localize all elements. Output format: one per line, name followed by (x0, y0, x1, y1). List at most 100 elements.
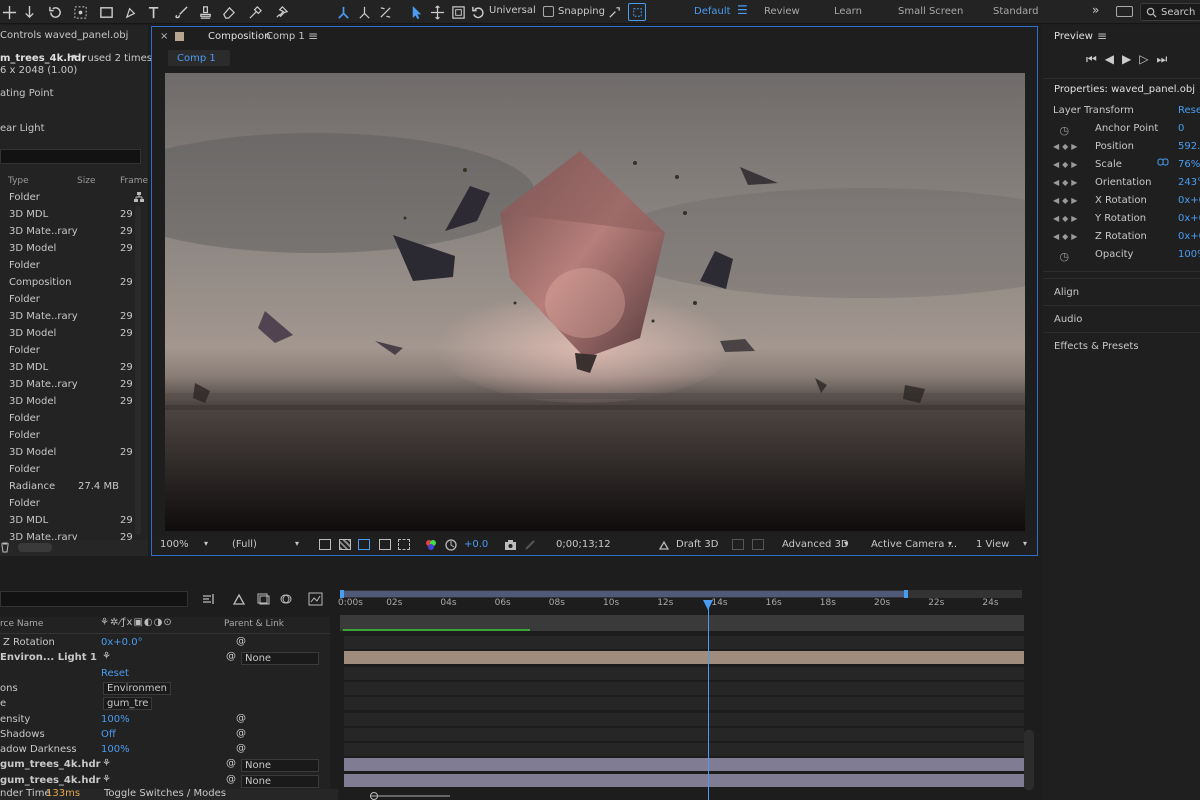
zoom-select[interactable]: 100% (160, 539, 189, 550)
project-item[interactable]: Folder (0, 190, 140, 207)
property-track[interactable] (344, 681, 1024, 696)
project-item[interactable]: 3D Mate..rary 29 (0, 377, 140, 394)
tab-comp-1[interactable]: Comp 1 (168, 50, 230, 66)
workspace-menu-icon[interactable]: ☰ (737, 3, 748, 17)
undo-rotate-icon[interactable] (469, 3, 487, 21)
property-value[interactable]: 0x+0 (1178, 213, 1200, 224)
exposure-value[interactable]: +0.0 (464, 539, 488, 550)
3d-orbit-tool-icon[interactable] (355, 3, 373, 21)
property-row[interactable]: e gum_tre (0, 697, 330, 712)
stopwatch-icon[interactable]: ◷ (1053, 250, 1072, 263)
project-item[interactable]: Folder (0, 258, 140, 275)
parent-select[interactable]: None (241, 759, 319, 773)
property-row[interactable]: ◷ Opacity 100% (1043, 246, 1200, 264)
audio-section[interactable]: Audio (1043, 305, 1200, 331)
layer-row[interactable]: Environ... Light 1 ⚘ @ None (0, 651, 330, 666)
project-item[interactable]: 3D Model 29 (0, 241, 140, 258)
property-value[interactable]: 0x+0 (1178, 195, 1200, 206)
project-item[interactable]: Folder (0, 411, 140, 428)
keyframe-navigator-icon[interactable]: ◀◆▶ (1053, 214, 1080, 223)
3d-rotate-tool-icon[interactable] (376, 3, 394, 21)
view-layout-select[interactable]: 1 View (976, 539, 1009, 550)
property-row[interactable]: Shadows Off @ (0, 728, 330, 743)
snap-grid-icon[interactable] (628, 3, 646, 21)
layer-value[interactable]: Environmen (103, 681, 171, 695)
property-track[interactable] (344, 743, 1024, 758)
workspace-review[interactable]: Review (764, 6, 800, 17)
renderer-select[interactable]: Advanced 3D (782, 539, 849, 550)
snap-options-icon[interactable] (605, 3, 623, 21)
timecode-display[interactable]: 0;00;13;12 (556, 539, 611, 550)
asset-dropdown-icon[interactable]: ▾ (72, 52, 76, 61)
property-row[interactable]: Z Rotation 0x+0.0° @ (0, 636, 330, 651)
layer-duration-bar[interactable] (344, 651, 1024, 666)
constrain-proportions-icon[interactable] (1157, 158, 1169, 166)
universal-label[interactable]: Universal (489, 5, 536, 16)
toggle-switches-modes-button[interactable]: Toggle Switches / Modes (104, 788, 226, 799)
selection-tool-icon[interactable] (407, 3, 425, 21)
property-row[interactable]: ◀◆▶ Orientation 243° (1043, 174, 1200, 192)
reset-exposure-icon[interactable] (445, 539, 457, 551)
keyframe-navigator-icon[interactable]: ◀◆▶ (1053, 196, 1080, 205)
pan-behind-tool-icon[interactable] (0, 3, 18, 21)
3d-axis-tool-icon[interactable] (334, 3, 352, 21)
fast-previews-icon[interactable] (319, 539, 331, 550)
expression-pick-whip-icon[interactable]: @ (236, 713, 246, 724)
property-track[interactable] (344, 697, 1024, 712)
show-snapshot-icon[interactable] (524, 539, 536, 551)
parent-select[interactable]: None (241, 652, 319, 666)
layer-duration-bar[interactable] (344, 773, 1024, 788)
thumbnail-slider[interactable] (18, 543, 52, 552)
property-row[interactable]: ◀◆▶ Y Rotation 0x+0 (1043, 210, 1200, 228)
column-frame-rate[interactable]: Frame I (120, 176, 154, 186)
pick-whip-icon[interactable]: @ (226, 774, 236, 785)
property-row[interactable]: ◀◆▶ X Rotation 0x+0 (1043, 192, 1200, 210)
screen-mode-icon[interactable] (1116, 6, 1133, 17)
extended-viewer-icon[interactable] (752, 539, 764, 550)
brush-tool-icon[interactable] (172, 3, 190, 21)
region-of-interest-icon[interactable] (379, 539, 391, 550)
type-tool-icon[interactable] (145, 3, 163, 21)
workspace-learn[interactable]: Learn (834, 6, 862, 17)
layer-shy-switch-icon[interactable]: ⚘ (102, 774, 111, 785)
project-item[interactable]: Folder (0, 428, 140, 445)
project-scrollbar[interactable] (135, 205, 141, 535)
workspace-standard[interactable]: Standard (993, 6, 1039, 17)
project-item[interactable]: Folder (0, 462, 140, 479)
roto-brush-tool-icon[interactable] (246, 3, 264, 21)
layer-row[interactable]: gum_trees_4k.hdr ⚘ @ None (0, 758, 330, 773)
project-item[interactable]: Folder (0, 496, 140, 513)
resolution-select[interactable]: (Full) (232, 539, 257, 550)
project-item[interactable]: 3D MDL 29 (0, 207, 140, 224)
project-item[interactable]: Folder (0, 343, 140, 360)
keyframe-navigator-icon[interactable]: ◀◆▶ (1053, 232, 1080, 241)
property-row[interactable]: ◀◆▶ Position 592.1 (1043, 138, 1200, 156)
parent-link-column[interactable]: Parent & Link (224, 619, 284, 629)
property-row[interactable]: ons Environmen (0, 681, 330, 697)
zoom-slider-thumb[interactable] (370, 792, 378, 800)
search-box[interactable]: Search (1140, 3, 1200, 21)
property-value[interactable]: 76% (1178, 159, 1200, 170)
project-item[interactable]: 3D Model 29 (0, 445, 140, 462)
camera-select[interactable]: Active Camera ... (871, 539, 957, 550)
property-row[interactable]: ◷ Anchor Point 0 (1043, 120, 1200, 138)
property-value[interactable]: 0x+0 (1178, 231, 1200, 242)
hand-move-tool-icon[interactable] (428, 3, 446, 21)
pen-tool-icon[interactable] (122, 3, 140, 21)
layer-value[interactable]: 100% (101, 744, 130, 755)
project-item[interactable]: 3D Mate..rary 29 (0, 309, 140, 326)
property-track[interactable] (344, 712, 1024, 727)
expression-pick-whip-icon[interactable]: @ (236, 728, 246, 739)
property-row[interactable]: ensity 100% @ (0, 713, 330, 728)
effects-presets-section[interactable]: Effects & Presets (1043, 332, 1200, 358)
align-section[interactable]: Align (1043, 278, 1200, 304)
zoom-frame-tool-icon[interactable] (449, 3, 467, 21)
workspace-small-screen[interactable]: Small Screen (898, 6, 963, 17)
playhead-handle[interactable] (702, 600, 713, 610)
stopwatch-icon[interactable]: ◷ (1053, 124, 1072, 137)
layer-value[interactable]: 100% (101, 714, 130, 725)
draft-3d-toggle[interactable]: Draft 3D (676, 539, 718, 550)
property-row[interactable]: Reset (0, 667, 330, 682)
project-item[interactable]: 3D Mate..rary 29 (0, 224, 140, 241)
keyframe-navigator-icon[interactable]: ◀◆▶ (1053, 178, 1080, 187)
